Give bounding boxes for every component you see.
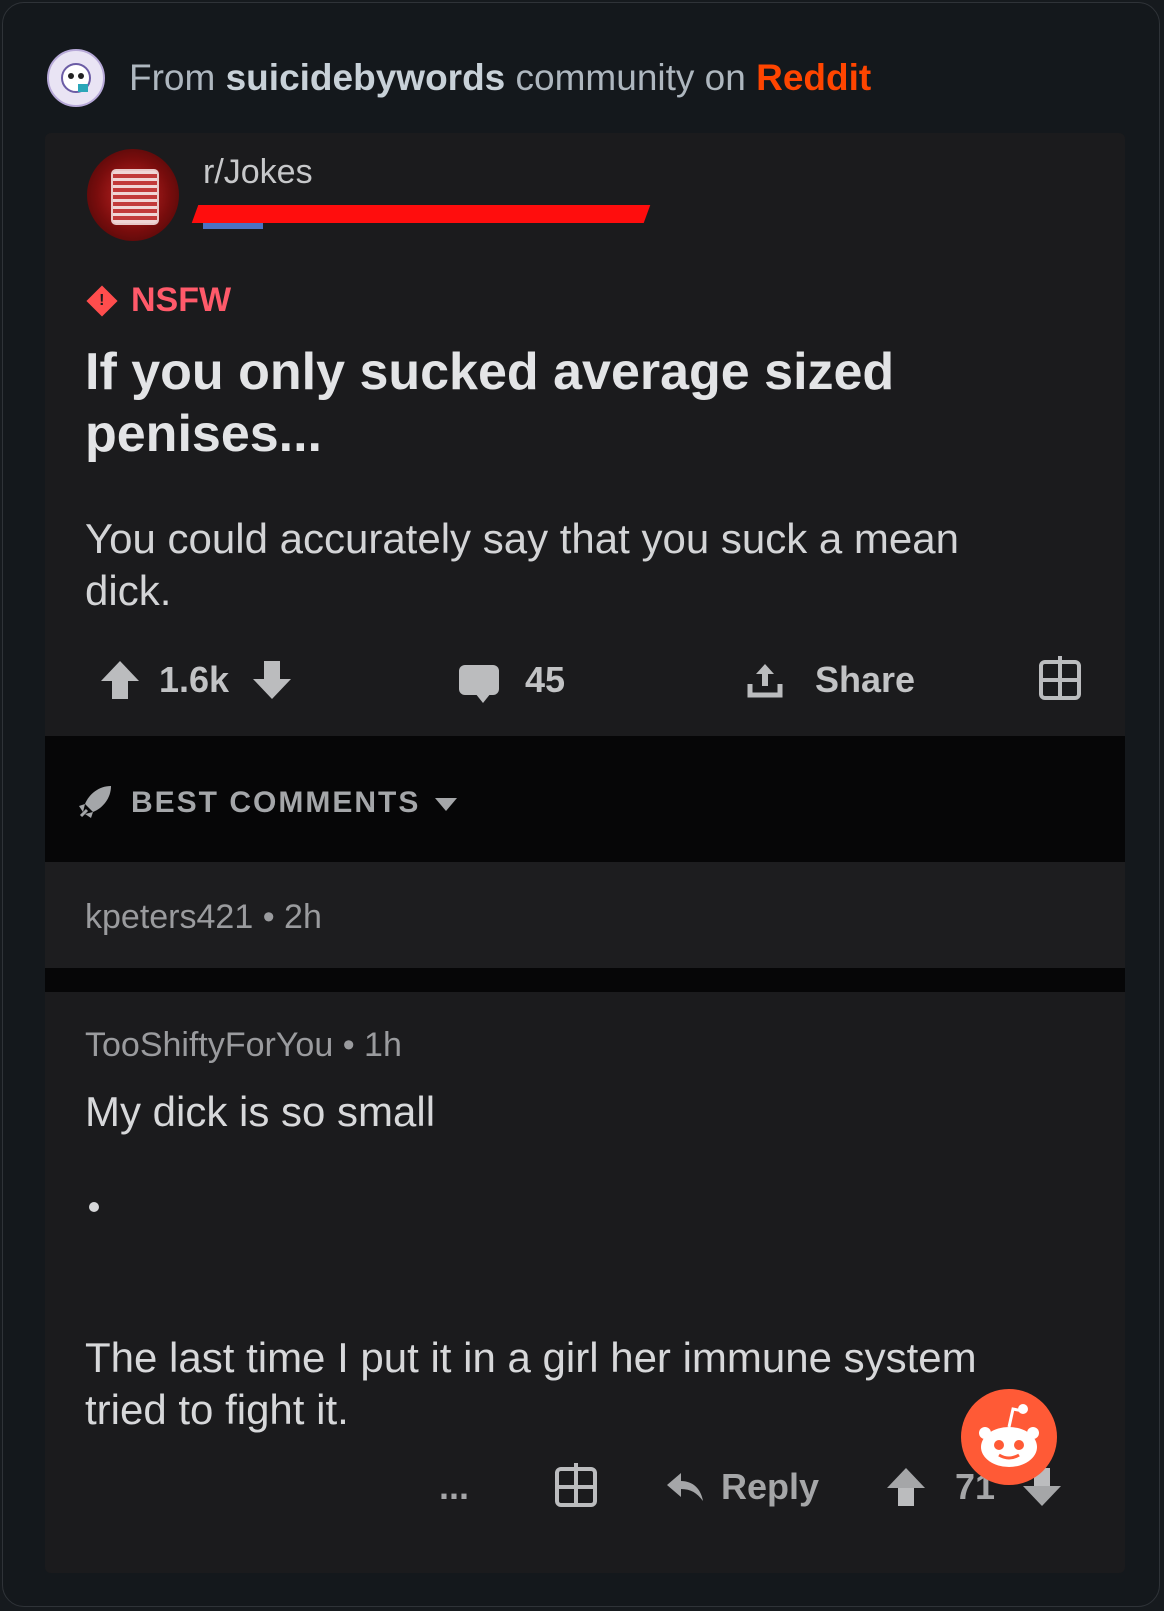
divider (45, 968, 1125, 992)
comments-button[interactable] (459, 645, 499, 715)
subreddit-name[interactable]: r/Jokes (203, 153, 313, 192)
share-icon (747, 664, 783, 698)
gift-icon (555, 1463, 597, 1507)
comment-collapsed[interactable]: kpeters421 • 2h (45, 862, 1125, 968)
nsfw-tag: ! NSFW (85, 281, 231, 320)
upvote-icon (887, 1468, 925, 1506)
comment-author[interactable]: TooShiftyForYou (85, 1026, 333, 1064)
reddit-snoo-icon (961, 1389, 1057, 1485)
upvote-button[interactable] (101, 645, 139, 715)
comment: TooShiftyForYou • 1h My dick is so small… (45, 992, 1125, 1573)
award-button[interactable] (555, 1452, 597, 1522)
comment-count: 45 (525, 659, 566, 700)
downvote-icon (1023, 1468, 1061, 1506)
downvote-button[interactable] (253, 645, 291, 715)
post-title[interactable]: If you only sucked average sized penises… (85, 341, 985, 465)
post-actions: 1.6k 45 Share (45, 645, 1125, 715)
comment-age: 2h (284, 898, 322, 936)
comment-line-2: The last time I put it in a girl her imm… (85, 1334, 977, 1433)
screenshot-post: r/Jokes ! NSFW If you only sucked averag… (45, 133, 1125, 1573)
upvote-button[interactable] (887, 1452, 925, 1522)
post-body: You could accurately say that you suck a… (85, 515, 959, 614)
comment-age: 1h (364, 1026, 402, 1064)
comment-meta: TooShiftyForYou • 1h (85, 1026, 402, 1064)
post-card: r/Jokes ! NSFW If you only sucked averag… (45, 133, 1125, 756)
chevron-down-icon[interactable] (435, 798, 457, 811)
upvote-icon (101, 661, 139, 699)
reply-button[interactable]: Reply (665, 1452, 819, 1522)
reddit-link[interactable]: Reddit (756, 57, 871, 98)
embed-header: From suicidebywords community on Reddit (47, 47, 871, 109)
embed-card: From suicidebywords community on Reddit … (2, 2, 1160, 1607)
comment-line-1: My dick is so small (85, 1088, 436, 1135)
subreddit-avatar[interactable] (87, 149, 179, 241)
warning-icon: ! (86, 284, 118, 317)
more-options-button[interactable]: ... (439, 1452, 469, 1522)
gift-icon (1039, 656, 1081, 700)
award-button[interactable] (1039, 645, 1081, 715)
embed-source-text: From suicidebywords community on Reddit (129, 57, 872, 98)
comment-author[interactable]: kpeters421 (85, 898, 253, 936)
community-mascot-icon (61, 63, 91, 93)
username-redaction (191, 205, 651, 223)
community-name[interactable]: suicidebywords (226, 57, 506, 98)
rocket-icon (79, 786, 111, 818)
share-button[interactable]: Share (745, 645, 915, 715)
sort-label[interactable]: BEST COMMENTS (131, 786, 420, 820)
downvote-icon (253, 661, 291, 699)
comment-sort-bar[interactable]: BEST COMMENTS (45, 736, 1125, 862)
comment-icon (459, 665, 499, 703)
comment-meta: kpeters421 • 2h (85, 898, 322, 936)
post-vote-count: 1.6k (159, 659, 230, 700)
reply-icon (667, 1473, 703, 1501)
community-avatar[interactable] (47, 49, 105, 107)
bullet-dot (89, 1202, 99, 1212)
